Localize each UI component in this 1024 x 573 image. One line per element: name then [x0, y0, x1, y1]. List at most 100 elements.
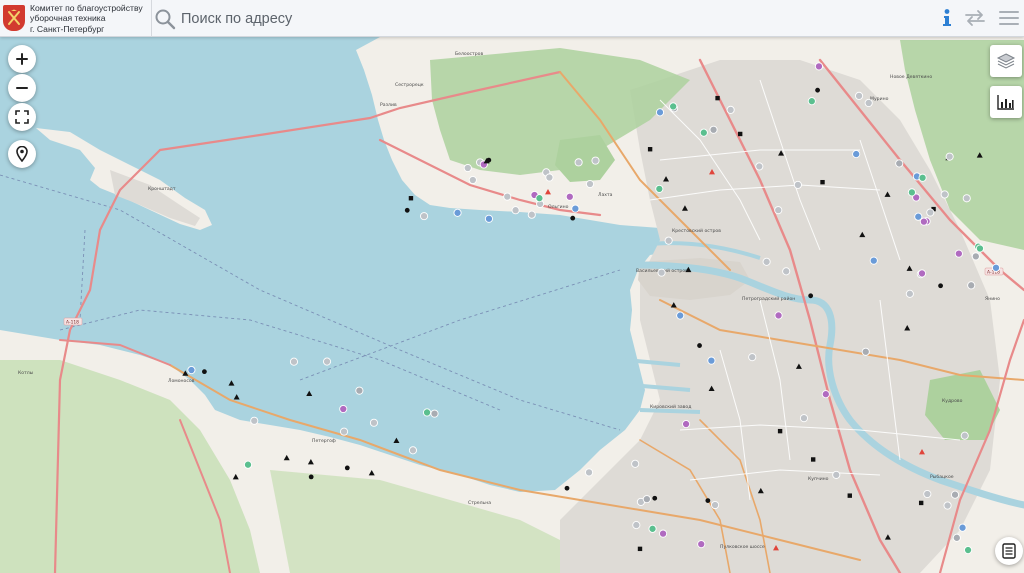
- vehicle-marker-circle[interactable]: [943, 501, 952, 510]
- vehicle-marker-circle[interactable]: [814, 62, 824, 71]
- vehicle-marker-dot[interactable]: [202, 369, 207, 375]
- vehicle-marker-square[interactable]: [647, 147, 653, 152]
- vehicle-marker-circle[interactable]: [422, 408, 432, 417]
- vehicle-marker-dot[interactable]: [308, 474, 314, 480]
- vehicle-marker-dot[interactable]: [570, 215, 576, 221]
- vehicle-marker-circle[interactable]: [642, 495, 651, 504]
- vehicle-marker-dot[interactable]: [938, 283, 943, 289]
- vehicle-marker-circle[interactable]: [463, 163, 472, 173]
- vehicle-marker-square[interactable]: [408, 196, 414, 201]
- vehicle-marker-circle[interactable]: [799, 414, 809, 423]
- vehicle-marker-circle[interactable]: [852, 150, 861, 159]
- vehicle-marker-dot[interactable]: [815, 87, 820, 93]
- vehicle-marker-square[interactable]: [918, 500, 924, 506]
- vehicle-marker-circle[interactable]: [832, 470, 841, 479]
- vehicle-marker-dot[interactable]: [705, 498, 711, 503]
- vehicle-marker-circle[interactable]: [243, 460, 253, 469]
- vehicle-marker-circle[interactable]: [774, 206, 783, 215]
- vehicle-marker-circle[interactable]: [967, 281, 976, 290]
- vehicle-marker-circle[interactable]: [355, 386, 364, 395]
- vehicle-marker-circle[interactable]: [962, 194, 971, 203]
- zoom-in-button[interactable]: [8, 45, 36, 73]
- vehicle-marker-circle[interactable]: [964, 545, 973, 555]
- vehicle-marker-square[interactable]: [820, 179, 825, 185]
- vehicle-marker-circle[interactable]: [807, 97, 816, 106]
- vehicle-marker-circle[interactable]: [339, 404, 348, 414]
- vehicle-marker-circle[interactable]: [565, 192, 574, 201]
- vehicle-marker-square[interactable]: [777, 428, 783, 434]
- vehicle-marker-circle[interactable]: [907, 188, 916, 197]
- vehicle-marker-circle[interactable]: [774, 311, 783, 320]
- vehicle-marker-circle[interactable]: [975, 244, 985, 253]
- vehicle-marker-circle[interactable]: [940, 190, 949, 199]
- vehicle-marker-circle[interactable]: [960, 431, 969, 440]
- vehicle-marker-circle[interactable]: [322, 357, 332, 366]
- vehicle-marker-dot[interactable]: [404, 207, 410, 213]
- vehicle-marker-circle[interactable]: [707, 356, 716, 365]
- vehicle-marker-circle[interactable]: [991, 263, 1001, 272]
- vehicle-marker-circle[interactable]: [726, 105, 735, 114]
- vehicle-marker-circle[interactable]: [971, 252, 980, 261]
- vehicle-marker-circle[interactable]: [709, 125, 718, 134]
- vehicle-marker-circle[interactable]: [631, 459, 640, 468]
- vehicle-marker-square[interactable]: [715, 95, 720, 101]
- vehicle-marker-circle[interactable]: [655, 108, 665, 117]
- vehicle-marker-circle[interactable]: [574, 158, 583, 167]
- vehicle-marker-circle[interactable]: [648, 524, 657, 533]
- vehicle-marker-circle[interactable]: [954, 249, 963, 258]
- map-canvas[interactable]: Кронштадт Ломоносов Петергоф Стрельна Ку…: [0, 0, 1024, 573]
- vehicle-marker-circle[interactable]: [250, 416, 259, 425]
- vehicle-marker-circle[interactable]: [895, 159, 904, 168]
- vehicle-marker-circle[interactable]: [861, 347, 870, 356]
- vehicle-marker-circle[interactable]: [659, 529, 668, 538]
- list-button[interactable]: [995, 537, 1023, 565]
- vehicle-marker-circle[interactable]: [339, 427, 349, 436]
- vehicle-marker-circle[interactable]: [917, 269, 927, 278]
- layers-button[interactable]: [990, 45, 1022, 77]
- vehicle-marker-circle[interactable]: [503, 192, 512, 201]
- vehicle-marker-circle[interactable]: [511, 206, 520, 215]
- vehicle-marker-circle[interactable]: [430, 409, 439, 418]
- vehicle-marker-circle[interactable]: [535, 194, 544, 203]
- vehicle-marker-circle[interactable]: [484, 214, 494, 223]
- vehicle-marker-square[interactable]: [847, 493, 852, 498]
- vehicle-marker-dot[interactable]: [697, 343, 702, 348]
- vehicle-marker-circle[interactable]: [632, 521, 641, 530]
- zoom-out-button[interactable]: [8, 74, 36, 102]
- vehicle-marker-circle[interactable]: [697, 540, 706, 549]
- vehicle-marker-circle[interactable]: [945, 152, 954, 161]
- vehicle-marker-dot[interactable]: [564, 485, 570, 491]
- vehicle-marker-circle[interactable]: [585, 179, 595, 189]
- vehicle-marker-circle[interactable]: [762, 257, 771, 266]
- vehicle-marker-circle[interactable]: [950, 490, 960, 499]
- search-icon[interactable]: [154, 8, 176, 30]
- vehicle-marker-circle[interactable]: [958, 523, 967, 532]
- vehicle-marker-circle[interactable]: [711, 500, 720, 510]
- vehicle-marker-circle[interactable]: [655, 184, 664, 193]
- vehicle-marker-circle[interactable]: [669, 102, 678, 111]
- vehicle-marker-circle[interactable]: [699, 128, 708, 137]
- vehicle-marker-circle[interactable]: [855, 91, 864, 100]
- vehicle-marker-circle[interactable]: [584, 468, 594, 477]
- fullscreen-button[interactable]: [8, 103, 36, 131]
- vehicle-marker-circle[interactable]: [657, 268, 666, 277]
- geolocate-button[interactable]: [8, 140, 36, 168]
- vehicle-marker-square[interactable]: [637, 546, 643, 552]
- vehicle-marker-circle[interactable]: [905, 289, 914, 298]
- vehicle-marker-circle[interactable]: [591, 156, 600, 165]
- vehicle-marker-circle[interactable]: [682, 420, 691, 429]
- logo-block[interactable]: Комитет по благоустройству уборочная тех…: [0, 0, 152, 37]
- vehicle-marker-dot[interactable]: [652, 495, 658, 501]
- vehicle-marker-circle[interactable]: [914, 212, 923, 221]
- menu-icon[interactable]: [997, 6, 1021, 30]
- vehicle-marker-circle[interactable]: [527, 210, 536, 219]
- info-icon[interactable]: [935, 6, 959, 30]
- vehicle-marker-square[interactable]: [810, 457, 816, 462]
- vehicle-marker-circle[interactable]: [676, 311, 685, 320]
- statistics-button[interactable]: [990, 86, 1022, 118]
- vehicle-marker-circle[interactable]: [926, 208, 935, 217]
- vehicle-marker-circle[interactable]: [408, 446, 418, 455]
- vehicle-marker-circle[interactable]: [793, 180, 802, 189]
- vehicle-marker-circle[interactable]: [453, 208, 462, 217]
- vehicle-marker-circle[interactable]: [821, 390, 830, 399]
